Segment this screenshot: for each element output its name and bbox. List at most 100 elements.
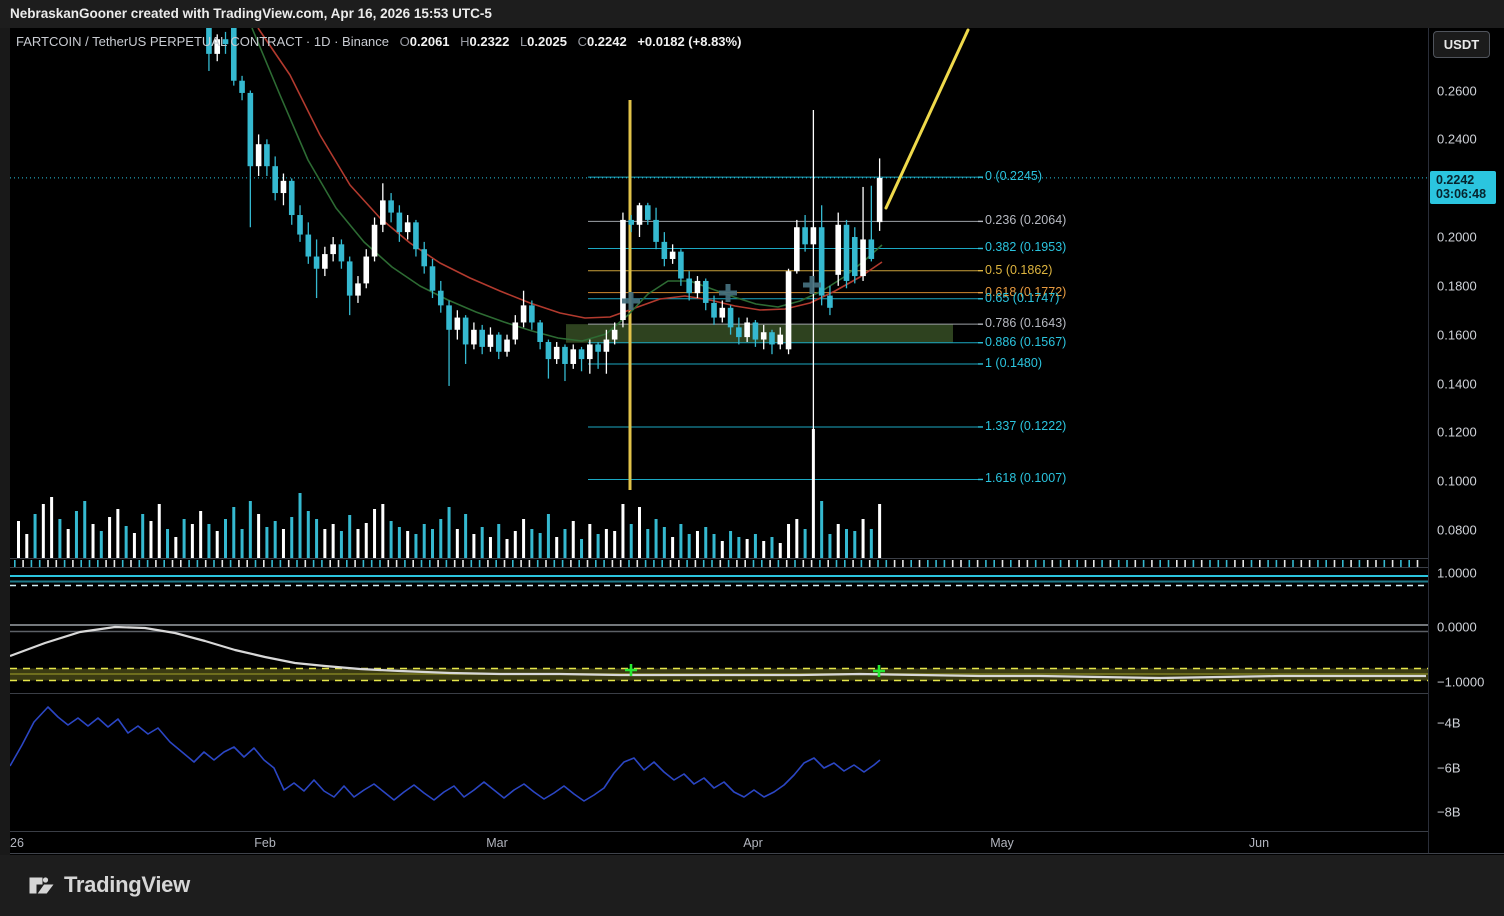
- signal-tick: [861, 560, 863, 567]
- volume-bar: [17, 521, 20, 559]
- time-axis-label[interactable]: Mar: [486, 836, 508, 850]
- price-axis-label[interactable]: 0.1800: [1437, 278, 1477, 293]
- time-axis-label[interactable]: Apr: [743, 836, 762, 850]
- volume-bar: [224, 519, 227, 559]
- signal-tick: [338, 560, 340, 567]
- signal-tick: [437, 560, 439, 567]
- high-label: H: [460, 34, 469, 49]
- volume-bar: [878, 504, 881, 559]
- volume-bar: [704, 527, 707, 559]
- signal-tick: [305, 560, 307, 567]
- signal-tick: [1226, 560, 1228, 567]
- signal-tick: [429, 560, 431, 567]
- volume-bar: [737, 537, 740, 559]
- signal-tick: [695, 560, 697, 567]
- signal-tick: [1118, 560, 1120, 567]
- price-axis-label[interactable]: 0.0800: [1437, 523, 1477, 538]
- signal-tick: [1110, 560, 1112, 567]
- candle-body: [455, 318, 461, 330]
- volume-bar: [506, 539, 509, 559]
- tradingview-logo[interactable]: TradingView: [28, 871, 190, 898]
- fib-level-label: 0.5 (0.1862): [985, 263, 1052, 277]
- signal-tick: [1417, 560, 1419, 567]
- signal-tick: [155, 560, 157, 567]
- candle-body: [248, 93, 254, 166]
- signal-tick: [1276, 560, 1278, 567]
- candle-body: [637, 205, 643, 225]
- signal-tick: [778, 560, 780, 567]
- time-axis-label[interactable]: Feb: [254, 836, 276, 850]
- signal-tick: [670, 560, 672, 567]
- cvd-axis-label[interactable]: −8B: [1437, 805, 1461, 820]
- volume-bar: [431, 529, 434, 559]
- volume-bar: [390, 521, 393, 559]
- signal-tick: [803, 560, 805, 567]
- signal-tick: [562, 560, 564, 567]
- signal-tick: [919, 560, 921, 567]
- time-axis-label[interactable]: May: [990, 836, 1014, 850]
- volume-bar: [555, 537, 558, 559]
- price-axis-label[interactable]: 0.1200: [1437, 425, 1477, 440]
- volume-bar: [365, 523, 368, 559]
- price-axis-label[interactable]: 0.1600: [1437, 327, 1477, 342]
- volume-bar: [83, 501, 86, 559]
- cvd-axis-label[interactable]: −6B: [1437, 761, 1461, 776]
- signal-tick: [869, 560, 871, 567]
- signal-tick: [819, 560, 821, 567]
- time-axis-label[interactable]: Jun: [1249, 836, 1269, 850]
- signal-tick: [1334, 560, 1336, 567]
- price-axis-label[interactable]: 0.2600: [1437, 83, 1477, 98]
- signal-tick: [313, 560, 315, 567]
- price-axis-label[interactable]: 0.2400: [1437, 132, 1477, 147]
- currency-toggle-button[interactable]: USDT: [1433, 31, 1490, 58]
- volume-bar: [456, 529, 459, 559]
- signal-tick: [711, 560, 713, 567]
- signal-tick: [421, 560, 423, 567]
- volume-bar: [274, 521, 277, 559]
- signal-tick: [213, 560, 215, 567]
- volume-bar: [50, 497, 53, 559]
- signal-tick: [1384, 560, 1386, 567]
- candle-body: [463, 318, 469, 345]
- signal-tick: [570, 560, 572, 567]
- signal-tick: [1151, 560, 1153, 567]
- candle-body: [736, 327, 742, 337]
- footer-bar: TradingView: [0, 855, 1504, 916]
- fib-level-label: 1 (0.1480): [985, 356, 1042, 370]
- candle-body: [281, 181, 287, 193]
- volume-bar: [25, 534, 28, 559]
- signal-tick: [1350, 560, 1352, 567]
- signal-tick: [1267, 560, 1269, 567]
- volume-bar: [481, 527, 484, 559]
- price-axis-label[interactable]: 0.1400: [1437, 376, 1477, 391]
- volume-bar: [795, 519, 798, 559]
- close-value: 0.2242: [587, 34, 627, 49]
- chart-canvas[interactable]: [0, 0, 1504, 916]
- volume-bar: [249, 501, 252, 559]
- signal-tick: [612, 560, 614, 567]
- signal-tick: [1259, 560, 1261, 567]
- time-axis-label[interactable]: 26: [10, 836, 24, 850]
- signal-tick: [1093, 560, 1095, 567]
- oscillator-axis-label[interactable]: −1.0000: [1437, 675, 1484, 690]
- volume-bar: [804, 529, 807, 559]
- oscillator-axis-label[interactable]: 1.0000: [1437, 566, 1477, 581]
- volume-bar: [439, 519, 442, 559]
- price-axis-label[interactable]: 0.2000: [1437, 230, 1477, 245]
- candle-body: [695, 281, 701, 293]
- candle-body: [753, 322, 759, 339]
- oscillator-axis-label[interactable]: 0.0000: [1437, 620, 1477, 635]
- signal-tick: [811, 560, 813, 567]
- signal-tick: [645, 560, 647, 567]
- signal-tick: [1309, 560, 1311, 567]
- signal-tick: [827, 560, 829, 567]
- candle-body: [711, 303, 717, 318]
- cvd-axis-label[interactable]: −4B: [1437, 716, 1461, 731]
- signal-tick: [1400, 560, 1402, 567]
- volume-bar: [340, 531, 343, 559]
- candle-body: [653, 220, 659, 242]
- symbol-legend[interactable]: FARTCOIN / TetherUS PERPETUAL CONTRACT ·…: [16, 34, 741, 49]
- price-axis-label[interactable]: 0.1000: [1437, 474, 1477, 489]
- fib-zone-box: [566, 324, 953, 343]
- signal-tick: [993, 560, 995, 567]
